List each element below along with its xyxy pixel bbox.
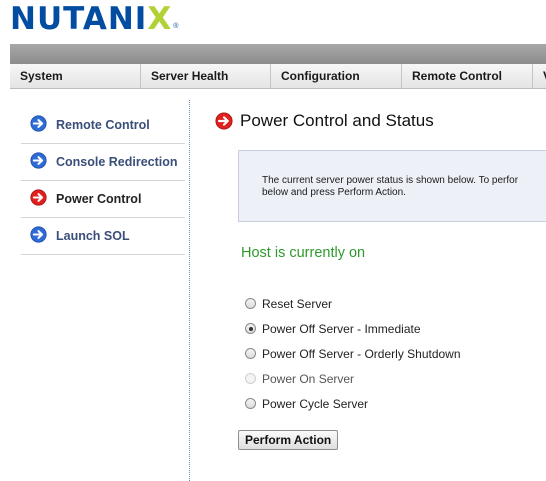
power-option-power-cycle: Power Cycle Server xyxy=(245,391,461,416)
power-option-power-off-immediate: Power Off Server - Immediate xyxy=(245,316,461,341)
red-arrow-icon xyxy=(215,112,233,130)
radio-label[interactable]: Power Cycle Server xyxy=(262,397,368,411)
sidebar-item-label: Console Redirection xyxy=(56,155,178,169)
main-content: Power Control and Status xyxy=(215,108,546,134)
sidebar-item-label: Remote Control xyxy=(56,118,150,132)
blue-arrow-icon xyxy=(30,226,50,246)
radio-label[interactable]: Power Off Server - Orderly Shutdown xyxy=(262,347,461,361)
sidebar-item-console-redirection[interactable]: Console Redirection xyxy=(21,144,185,181)
sidebar-item-label: Launch SOL xyxy=(56,229,130,243)
radio-label[interactable]: Power Off Server - Immediate xyxy=(262,322,421,336)
blue-arrow-icon xyxy=(30,152,50,172)
sidebar-nav: Remote Control Console Redirection Power… xyxy=(21,107,185,255)
info-text-line: The current server power status is shown… xyxy=(262,175,519,186)
sidebar-item-label: Power Control xyxy=(56,192,142,206)
radio-label[interactable]: Reset Server xyxy=(262,297,332,311)
power-options-group: Reset Server Power Off Server - Immediat… xyxy=(245,291,461,416)
main-menu-bar: System Server Health Configuration Remot… xyxy=(10,64,546,89)
radio-button xyxy=(245,373,256,384)
radio-button[interactable] xyxy=(245,398,256,409)
sidebar-item-power-control[interactable]: Power Control xyxy=(21,181,185,218)
perform-action-button[interactable]: Perform Action xyxy=(238,430,339,450)
page-heading: Power Control and Status xyxy=(215,108,546,134)
page-title: Power Control and Status xyxy=(240,111,434,130)
sidebar-item-remote-control[interactable]: Remote Control xyxy=(21,107,185,144)
info-text: The current server power status is shown… xyxy=(262,175,546,199)
menu-configuration[interactable]: Configuration xyxy=(271,64,402,88)
header-band xyxy=(10,44,546,64)
power-option-reset-server: Reset Server xyxy=(245,291,461,316)
menu-remote-control[interactable]: Remote Control xyxy=(402,64,533,88)
nutanix-logo: NUTANIX ® xyxy=(10,2,178,36)
info-box: The current server power status is shown… xyxy=(238,150,546,222)
red-arrow-icon xyxy=(30,189,50,209)
radio-label: Power On Server xyxy=(262,371,355,386)
blue-arrow-icon xyxy=(30,115,50,135)
menu-virtual-media[interactable]: V xyxy=(533,64,546,88)
sidebar-item-launch-sol[interactable]: Launch SOL xyxy=(21,218,185,255)
radio-button[interactable] xyxy=(245,323,256,334)
info-text-line: below and press Perform Action. xyxy=(262,187,406,198)
power-option-power-off-orderly: Power Off Server - Orderly Shutdown xyxy=(245,341,461,366)
radio-button[interactable] xyxy=(245,298,256,309)
logo-text: NUTANIX xyxy=(10,1,173,37)
power-option-power-on: Power On Server xyxy=(245,366,461,391)
radio-button[interactable] xyxy=(245,348,256,359)
menu-server-health[interactable]: Server Health xyxy=(141,64,271,88)
host-status-text: Host is currently on xyxy=(241,245,366,261)
sidebar-divider xyxy=(189,100,190,481)
menu-system[interactable]: System xyxy=(10,64,141,88)
logo-registered-mark: ® xyxy=(173,23,179,30)
